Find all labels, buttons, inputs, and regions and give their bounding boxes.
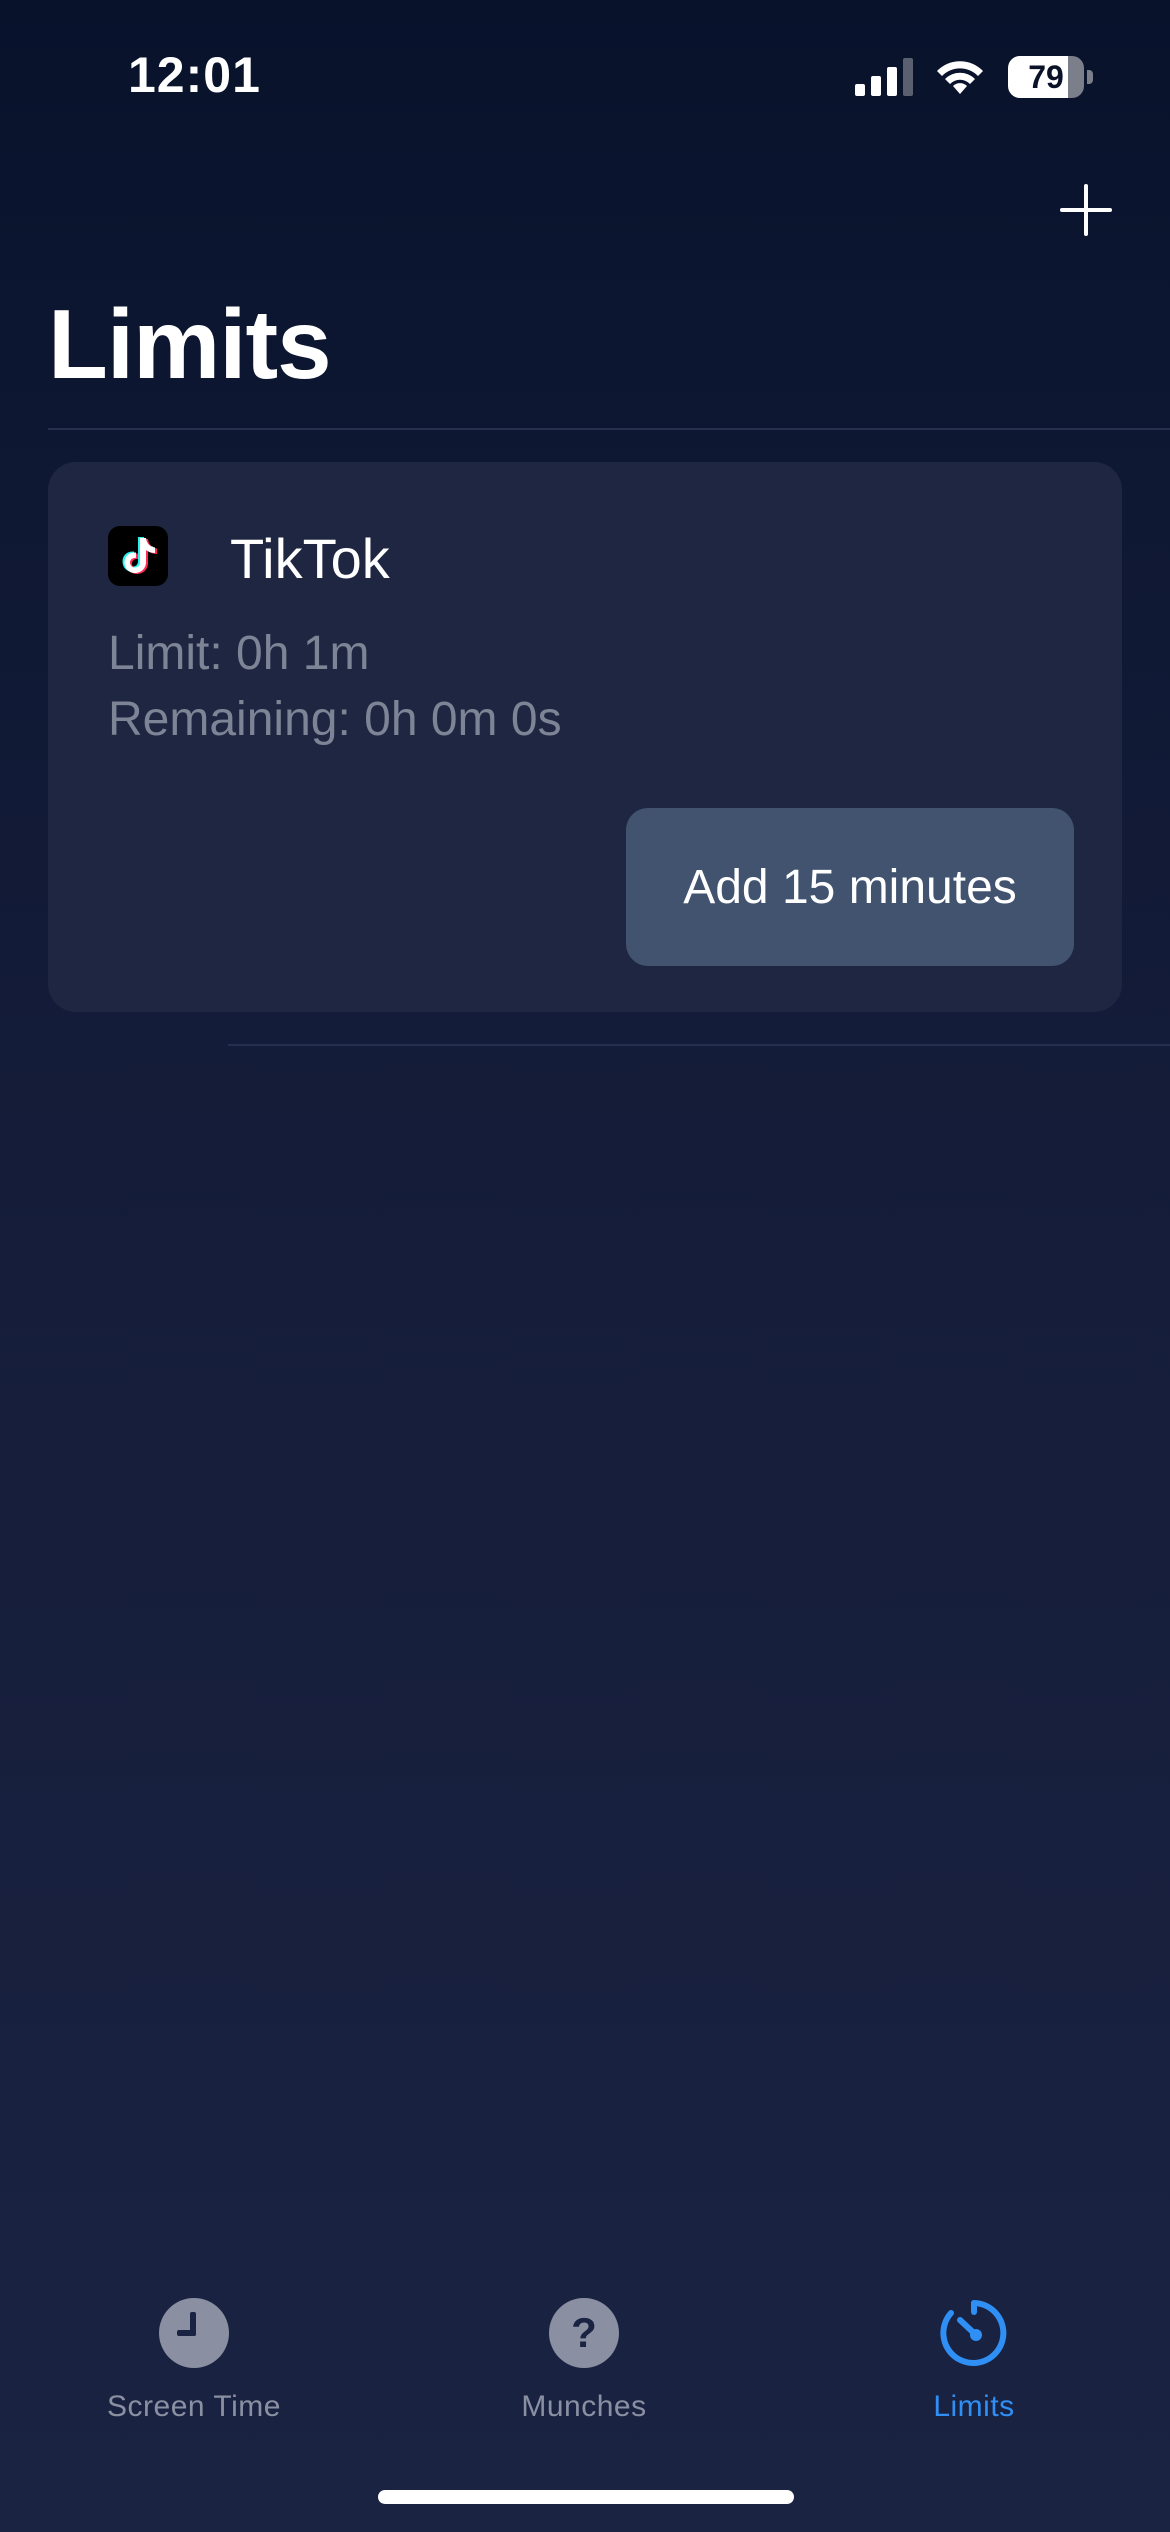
cellular-signal-icon (855, 58, 913, 96)
tab-screen-time[interactable]: Screen Time (44, 2298, 344, 2438)
tiktok-icon (108, 526, 168, 586)
remaining-value: Remaining: 0h 0m 0s (108, 693, 562, 746)
tab-label-screen-time: Screen Time (107, 2390, 281, 2423)
page-title: Limits (48, 289, 332, 399)
add-15-minutes-button[interactable]: Add 15 minutes (626, 808, 1074, 966)
tab-label-munches: Munches (521, 2390, 647, 2423)
tab-munches[interactable]: ? Munches (434, 2298, 734, 2438)
limit-card: TikTok Limit: 0h 1m Remaining: 0h 0m 0s … (48, 462, 1122, 1012)
limit-value: Limit: 0h 1m (108, 627, 370, 680)
status-time: 12:01 (128, 47, 261, 103)
plus-icon (1060, 184, 1112, 236)
question-icon: ? (549, 2298, 619, 2368)
tab-limits[interactable]: Limits (824, 2298, 1124, 2438)
tab-label-limits: Limits (933, 2390, 1015, 2423)
svg-text:?: ? (571, 2309, 597, 2356)
battery-tip (1087, 70, 1093, 84)
app-name: TikTok (230, 527, 390, 590)
battery-level: 79 (1008, 56, 1084, 98)
add-limit-button[interactable] (1056, 180, 1116, 240)
battery-icon: 79 (1008, 56, 1094, 98)
wifi-icon (937, 61, 983, 94)
list-divider (228, 1044, 1170, 1046)
timer-icon (940, 2300, 1007, 2366)
header-divider (48, 428, 1170, 430)
home-indicator[interactable] (378, 2490, 794, 2504)
clock-icon (159, 2298, 229, 2368)
